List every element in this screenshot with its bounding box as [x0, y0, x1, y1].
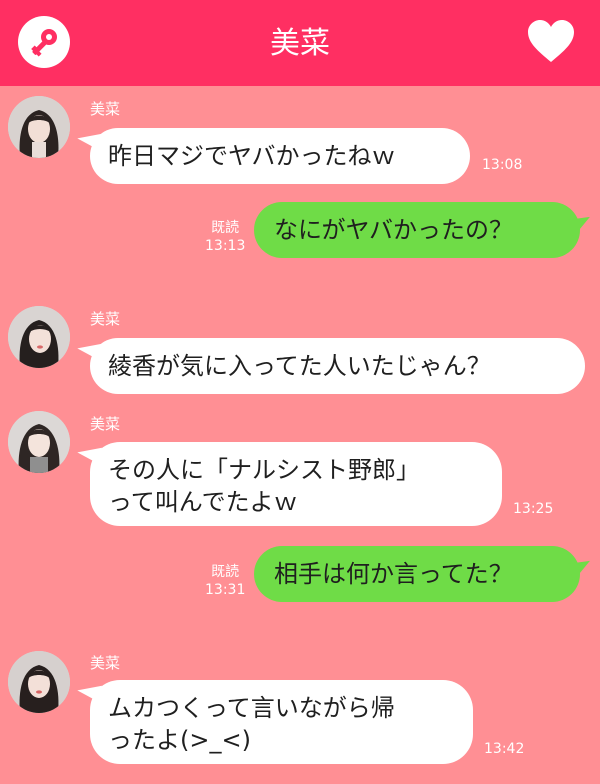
- incoming-message-bubble[interactable]: 昨日マジでヤバかったねｗ: [90, 128, 470, 184]
- sender-name: 美菜: [90, 654, 121, 672]
- read-receipt: 既読 13:31: [205, 563, 245, 599]
- avatar-photo: [8, 306, 70, 368]
- read-label: 既読: [211, 564, 240, 580]
- message-time: 13:08: [482, 157, 523, 173]
- avatar[interactable]: [8, 306, 70, 368]
- chat-header: 美菜: [0, 0, 600, 86]
- message-list[interactable]: 美菜 昨日マジでヤバかったねｗ 13:08 既読 13:13 なにがヤバかったの…: [0, 86, 600, 784]
- message-time: 13:13: [205, 238, 246, 254]
- avatar[interactable]: [8, 411, 70, 473]
- read-label: 既読: [211, 220, 240, 236]
- sender-name: 美菜: [90, 310, 121, 328]
- avatar-photo: [8, 651, 70, 713]
- incoming-message-bubble[interactable]: 綾香が気に入ってた人いたじゃん？: [90, 338, 585, 394]
- message-time: 13:25: [513, 501, 554, 517]
- read-receipt: 既読 13:13: [205, 219, 245, 255]
- message-time: 13:31: [205, 582, 246, 598]
- sender-name: 美菜: [90, 415, 121, 433]
- outgoing-message-bubble[interactable]: 相手は何か言ってた？: [254, 546, 580, 602]
- sender-name: 美菜: [90, 100, 121, 118]
- favorite-button[interactable]: [526, 18, 576, 68]
- avatar-photo: [8, 96, 70, 158]
- heart-icon: [528, 20, 574, 62]
- chat-title: 美菜: [270, 26, 330, 61]
- message-time: 13:42: [484, 741, 525, 757]
- avatar[interactable]: [8, 651, 70, 713]
- avatar[interactable]: [8, 96, 70, 158]
- avatar-photo: [8, 411, 70, 473]
- outgoing-message-bubble[interactable]: なにがヤバかったの？: [254, 202, 580, 258]
- incoming-message-bubble[interactable]: その人に「ナルシスト野郎」 って叫んでたよｗ: [90, 442, 502, 526]
- incoming-message-bubble[interactable]: ムカつくって言いながら帰 ったよ(>_<): [90, 680, 473, 764]
